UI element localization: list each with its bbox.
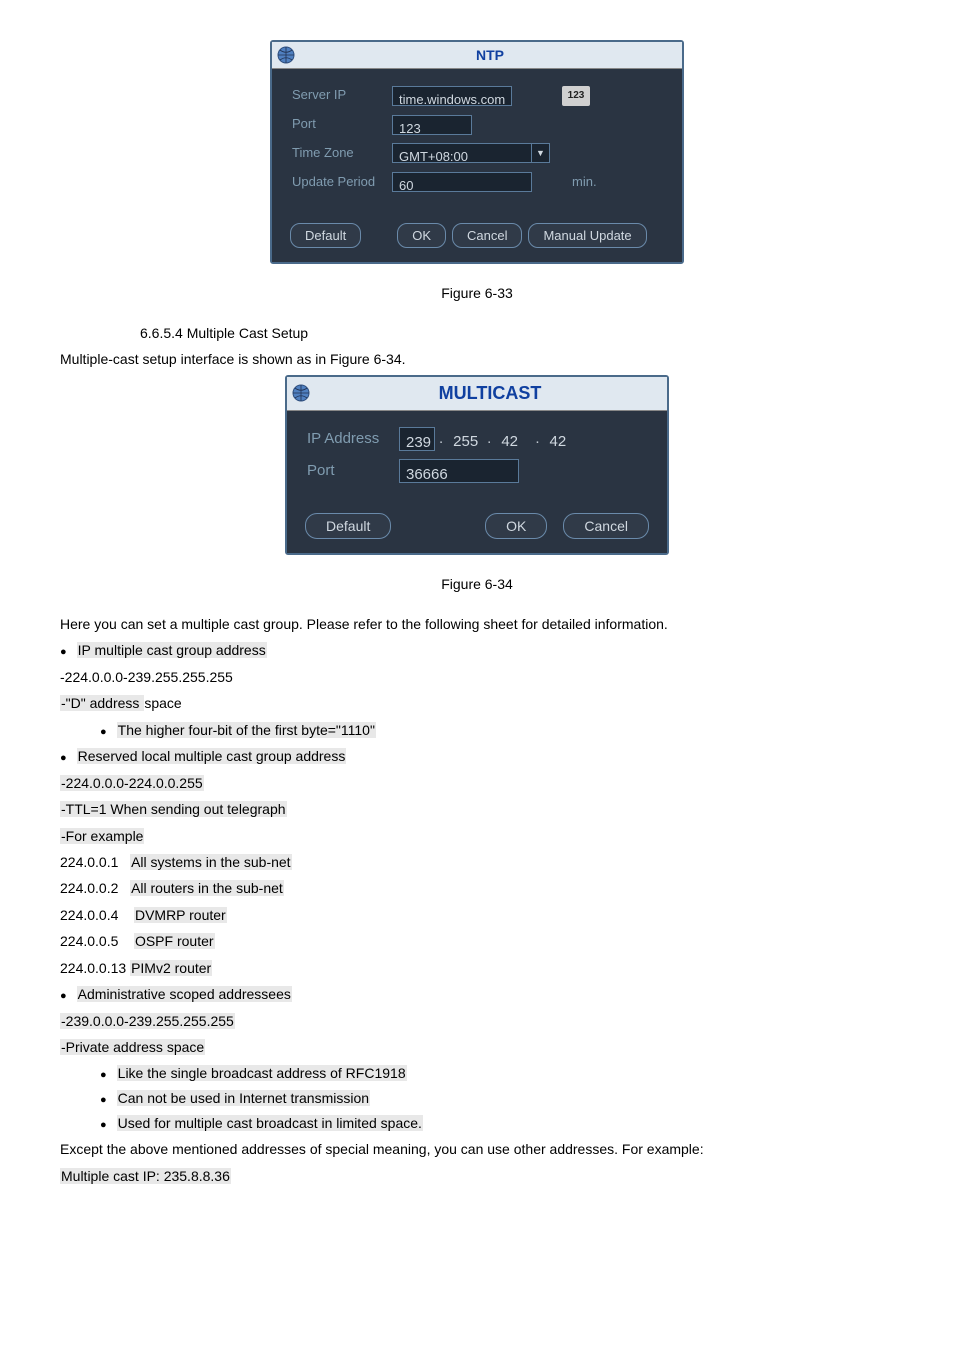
ip-dot: .: [535, 427, 539, 451]
ntp-dialog-footer: Default OK Cancel Manual Update: [272, 213, 682, 262]
manual-update-button[interactable]: Manual Update: [528, 223, 646, 248]
body-line: -"D" address space: [60, 692, 894, 714]
port-label: Port: [307, 459, 399, 483]
ip-address-label: IP Address: [307, 427, 399, 451]
soft-keyboard-icon[interactable]: 123: [562, 86, 590, 106]
body-intro: Here you can set a multiple cast group. …: [60, 613, 894, 635]
ok-button[interactable]: OK: [485, 513, 547, 539]
body-line: -224.0.0.0-224.0.0.255: [60, 772, 894, 794]
multicast-dialog-header: MULTICAST: [287, 377, 667, 411]
figure-caption-633: Figure 6-33: [60, 282, 894, 304]
server-ip-input[interactable]: time.windows.com: [392, 86, 512, 106]
body-line: Multiple cast IP: 235.8.8.36: [60, 1165, 894, 1187]
ntp-dialog-title: NTP: [302, 44, 678, 66]
ip-dot: .: [439, 427, 443, 451]
list-item: IP multiple cast group address: [60, 639, 894, 662]
ip-octet-1-input[interactable]: 239: [399, 427, 435, 451]
default-button[interactable]: Default: [305, 513, 391, 539]
body-line: -224.0.0.0-239.255.255.255: [60, 666, 894, 688]
globe-icon: [291, 383, 311, 403]
update-period-label: Update Period: [292, 172, 392, 193]
body-line: 224.0.0.4 DVMRP router: [60, 904, 894, 926]
ip-octet-2-input[interactable]: 255: [447, 427, 483, 451]
ip-octet-3-input[interactable]: 42: [495, 427, 531, 451]
body-line: -Private address space: [60, 1036, 894, 1058]
default-button[interactable]: Default: [290, 223, 361, 248]
ip-octet-4-input[interactable]: 42: [544, 427, 580, 451]
time-zone-select[interactable]: GMT+08:00: [392, 143, 532, 163]
ip-dot: .: [487, 427, 491, 451]
multicast-dialog-body: IP Address 239 . 255 . 42 . 42 Port 3666…: [287, 411, 667, 503]
port-input[interactable]: 123: [392, 115, 472, 135]
body-line: 224.0.0.1 All systems in the sub-net: [60, 851, 894, 873]
time-zone-label: Time Zone: [292, 143, 392, 164]
globe-icon: [276, 45, 296, 65]
ntp-dialog-body: Server IP time.windows.com 123 Port 123 …: [272, 69, 682, 212]
multicast-dialog: MULTICAST IP Address 239 . 255 . 42 . 42…: [285, 375, 669, 555]
body-line: -TTL=1 When sending out telegraph: [60, 798, 894, 820]
cancel-button[interactable]: Cancel: [563, 513, 649, 539]
body-paragraph: Except the above mentioned addresses of …: [60, 1138, 894, 1160]
server-ip-label: Server IP: [292, 85, 392, 106]
update-period-input[interactable]: 60: [392, 172, 532, 192]
ok-button[interactable]: OK: [397, 223, 446, 248]
multicast-dialog-title: MULTICAST: [317, 379, 663, 408]
intro-text: Multiple-cast setup interface is shown a…: [60, 348, 894, 370]
ntp-dialog: NTP Server IP time.windows.com 123 Port …: [270, 40, 684, 264]
list-item: Can not be used in Internet transmission: [100, 1087, 894, 1110]
port-label: Port: [292, 114, 392, 135]
body-line: 224.0.0.5 OSPF router: [60, 930, 894, 952]
list-item: The higher four-bit of the first byte="1…: [100, 719, 894, 742]
figure-caption-634: Figure 6-34: [60, 573, 894, 595]
list-item: Administrative scoped addressees: [60, 983, 894, 1006]
section-heading: 6.6.5.4 Multiple Cast Setup: [140, 325, 308, 341]
list-item: Reserved local multiple cast group addre…: [60, 745, 894, 768]
multicast-dialog-footer: Default OK Cancel: [287, 503, 667, 553]
list-item: Used for multiple cast broadcast in limi…: [100, 1112, 894, 1135]
body-line: 224.0.0.2 All routers in the sub-net: [60, 877, 894, 899]
ntp-dialog-header: NTP: [272, 42, 682, 69]
body-line: -239.0.0.0-239.255.255.255: [60, 1010, 894, 1032]
body-line: 224.0.0.13 PIMv2 router: [60, 957, 894, 979]
port-input[interactable]: 36666: [399, 459, 519, 483]
chevron-down-icon[interactable]: ▼: [532, 143, 550, 163]
body-line: -For example: [60, 825, 894, 847]
cancel-button[interactable]: Cancel: [452, 223, 522, 248]
update-period-unit: min.: [572, 172, 597, 193]
list-item: Like the single broadcast address of RFC…: [100, 1062, 894, 1085]
